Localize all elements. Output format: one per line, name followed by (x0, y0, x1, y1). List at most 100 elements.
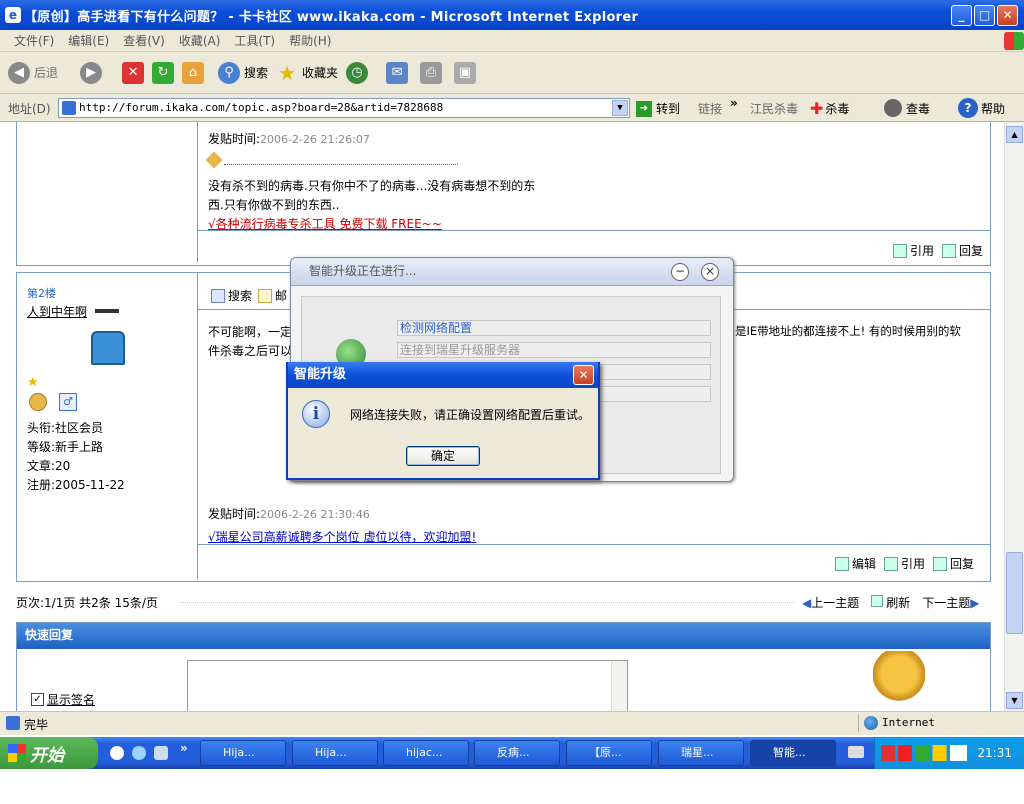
menu-file[interactable]: 文件(F) (14, 32, 54, 49)
reply-icon (933, 556, 948, 571)
menu-help[interactable]: 帮助(H) (289, 32, 331, 49)
task-original-post[interactable]: 【原... (566, 740, 652, 766)
task-smart-update[interactable]: 智能... (750, 740, 836, 766)
post-2-body-right: 是IE带地址的都连接不上! 有的时候用别的软 (735, 324, 961, 338)
user-mail-link[interactable]: 邮 (275, 287, 287, 304)
search-icon (211, 288, 225, 303)
scroll-thumb[interactable] (1006, 552, 1023, 634)
signature-line-1: 没有杀不到的病毒.只有你中不了的病毒...没有病毒想不到的东 (208, 179, 536, 193)
message-box-close-button[interactable]: ✕ (573, 365, 594, 385)
quick-launch-ie-icon[interactable] (132, 746, 146, 760)
username-link[interactable]: 人到中年啊 (27, 303, 87, 320)
user-search-link[interactable]: 搜索 (228, 287, 252, 304)
post-2-ad-link[interactable]: √瑞星公司高薪诚聘多个岗位 虚位以待，欢迎加盟! (208, 528, 476, 545)
menu-bar: 文件(F) 编辑(E) 查看(V) 收藏(A) 工具(T) 帮助(H) (0, 30, 1024, 52)
ok-button[interactable]: 确定 (406, 446, 480, 466)
post-1: 发贴时间:2006-2-26 21:26:07 没有杀不到的病毒.只有你中不了的… (16, 122, 991, 266)
links-label[interactable]: 链接 (698, 100, 722, 117)
error-message-box: 智能升级 ✕ i 网络连接失败，请正确设置网络配置后重试。 确定 (286, 362, 600, 480)
quick-launch-media-icon[interactable] (110, 746, 124, 760)
post-1-divider (197, 122, 198, 262)
quote-button[interactable]: 引用 (893, 242, 934, 259)
rank-star-icon: ★ (27, 375, 39, 390)
chevron-icon[interactable]: » (730, 96, 738, 110)
show-signature-option[interactable]: ✓ 显示签名 (31, 691, 95, 708)
user-title: 头衔:社区会员 (27, 421, 104, 435)
address-input[interactable]: http://forum.ikaka.com/topic.asp?board=2… (58, 98, 630, 118)
home-button[interactable]: ⌂ (182, 61, 208, 84)
windows-flag-icon (8, 744, 26, 762)
pager-info: 页次:1/1页 共2条 15条/页 (16, 596, 158, 610)
history-button[interactable]: ◷ (346, 61, 372, 84)
edit-button[interactable]: 编辑 (835, 555, 876, 572)
stop-icon: ✕ (122, 61, 145, 84)
show-signature-checkbox[interactable]: ✓ (31, 693, 44, 706)
forward-button[interactable]: ▶ (80, 61, 106, 84)
mail-button[interactable]: ✉ (386, 61, 412, 84)
window-title: 【原创】高手进看下有什么问题？ - 卡卡社区 www.ikaka.com - M… (24, 9, 639, 25)
close-button[interactable]: × (701, 263, 719, 281)
quick-launch-desktop-icon[interactable] (154, 746, 168, 760)
toolbar: ◀ 后退 ▶ ✕ ↻ ⌂ ⚲ 搜索 ★ 收藏夹 ◷ ✉ ⎙ ▣ (0, 52, 1024, 94)
dropdown-arrow-icon[interactable]: ▼ (612, 100, 628, 116)
reply-button[interactable]: 回复 (942, 242, 983, 259)
post-2-toolbar: 搜索 邮 (211, 287, 287, 304)
status-bar: 完毕 Internet (0, 711, 1024, 735)
task-rising[interactable]: 瑞星... (658, 740, 744, 766)
menu-favorites[interactable]: 收藏(A) (179, 32, 221, 49)
quick-reply-textarea[interactable] (187, 660, 628, 711)
edit-page-button[interactable]: ▣ (454, 61, 480, 84)
status-text: 完毕 (24, 718, 49, 732)
kill-virus-button[interactable]: ✚ 杀毒 (810, 99, 849, 118)
back-arrow-icon: ◀ (8, 61, 30, 84)
keyboard-icon[interactable] (848, 746, 864, 758)
update-dialog-header: 智能升级正在进行... (291, 258, 733, 286)
quick-reply-header: 快速回复 (17, 623, 990, 649)
prev-topic-link[interactable]: ◀上一主题 (802, 594, 859, 611)
next-topic-link[interactable]: 下一主题▶ (922, 594, 979, 611)
close-button[interactable]: ✕ (997, 5, 1018, 26)
minimize-button[interactable]: − (671, 263, 689, 281)
quote-button[interactable]: 引用 (884, 555, 925, 572)
start-button[interactable]: 开始 (0, 737, 98, 769)
menu-tools[interactable]: 工具(T) (234, 32, 275, 49)
scroll-down-button[interactable]: ▼ (1006, 692, 1023, 709)
page-done-icon (6, 716, 20, 730)
task-hija-folder[interactable]: Hija... (200, 740, 286, 766)
quick-launch-more-icon[interactable]: » (180, 741, 188, 755)
system-tray: 21:31 (874, 737, 1024, 769)
maximize-button[interactable]: □ (974, 5, 995, 26)
print-button[interactable]: ⎙ (420, 61, 446, 84)
signature-line-2: 西.只有你做不到的东西.. (208, 198, 340, 212)
jiangmin-link[interactable]: 江民杀毒 (750, 100, 798, 117)
scan-virus-button[interactable]: 查毒 (884, 99, 930, 117)
reply-button[interactable]: 回复 (933, 555, 974, 572)
back-button[interactable]: ◀ 后退 (8, 61, 58, 84)
tray-icons[interactable] (881, 745, 967, 761)
textarea-scrollbar[interactable] (611, 661, 627, 711)
quote-icon (893, 243, 907, 258)
favorites-button[interactable]: ★ 收藏夹 (276, 62, 338, 84)
task-antivirus[interactable]: 反病... (474, 740, 560, 766)
avatar (91, 331, 125, 365)
search-button[interactable]: ⚲ 搜索 (218, 61, 268, 84)
minimize-button[interactable]: _ (951, 5, 972, 26)
help-button[interactable]: ? 帮助 (958, 98, 1005, 118)
scroll-up-button[interactable]: ▲ (1006, 126, 1023, 143)
vertical-scrollbar[interactable]: ▲ ▼ (1004, 122, 1024, 711)
zone-divider (858, 714, 859, 732)
stop-button[interactable]: ✕ (122, 61, 148, 84)
menu-edit[interactable]: 编辑(E) (68, 32, 109, 49)
menu-view[interactable]: 查看(V) (123, 32, 165, 49)
floor-label: 第2楼 (27, 287, 56, 300)
pager-actions: ◀上一主题 刷新 下一主题▶ (802, 594, 980, 611)
task-hija-tool[interactable]: Hija... (292, 740, 378, 766)
task-hijac-doc[interactable]: hijac... (383, 740, 469, 766)
refresh-button[interactable]: ↻ (152, 61, 178, 84)
search-icon: ⚲ (218, 61, 241, 84)
security-zone: Internet (882, 716, 935, 729)
refresh-link[interactable]: 刷新 (871, 594, 910, 611)
go-button[interactable]: ➜ 转到 (636, 100, 680, 117)
taskbar: 开始 » Hija... Hija... hijac... 反病... 【原..… (0, 737, 1024, 769)
user-posts: 文章:20 (27, 459, 71, 473)
